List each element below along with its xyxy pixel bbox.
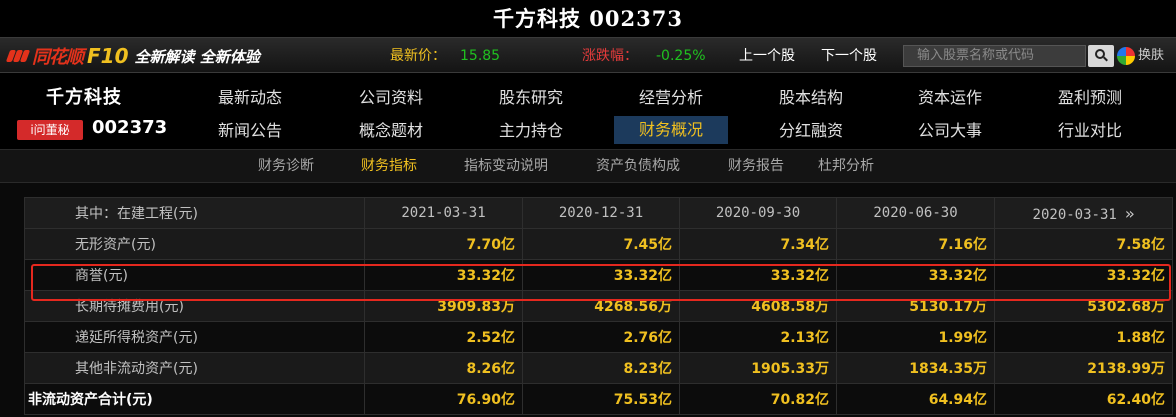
- ask-secretary-badge[interactable]: i问董秘: [17, 120, 83, 140]
- nav-capital-ops[interactable]: 资本运作: [898, 86, 1002, 110]
- table-cell: 1834.35万: [836, 352, 995, 384]
- column-date-last: 2020-03-31 »: [994, 197, 1173, 229]
- table-cell: 33.32亿: [836, 259, 995, 291]
- table-row: 长期待摊费用(元) 3909.83万 4268.56万 4608.58万 513…: [24, 290, 1173, 322]
- column-date: 2020-09-30: [679, 197, 837, 229]
- nav-latest-news[interactable]: 最新动态: [198, 86, 302, 110]
- subnav-diagnosis[interactable]: 财务诊断: [258, 150, 314, 182]
- table-cell: 5302.68万: [994, 290, 1173, 322]
- main-navigation: 千方科技 i问董秘 002373 最新动态 公司资料 股东研究 经营分析 股本结…: [0, 73, 1176, 149]
- next-stock-link[interactable]: 下一个股: [821, 38, 877, 74]
- nav-operations[interactable]: 经营分析: [619, 86, 723, 110]
- table-cell: 1.88亿: [994, 321, 1173, 353]
- table-cell: 33.32亿: [994, 259, 1173, 291]
- table-row: 其他非流动资产(元) 8.26亿 8.23亿 1905.33万 1834.35万…: [24, 352, 1173, 384]
- table-cell: 2.76亿: [522, 321, 680, 353]
- nav-share-structure[interactable]: 股本结构: [759, 86, 863, 110]
- table-cell: 4608.58万: [679, 290, 837, 322]
- table-row-label: 其他非流动资产(元): [24, 352, 365, 384]
- nav-forecast[interactable]: 盈利预测: [1038, 86, 1142, 110]
- product-name: F10: [87, 44, 129, 68]
- page-title: 千方科技 002373: [0, 0, 1176, 37]
- table-cell: 7.58亿: [994, 228, 1173, 260]
- table-cell: 7.45亿: [522, 228, 680, 260]
- price-label: 最新价：: [390, 48, 446, 64]
- table-cell: 2138.99万: [994, 352, 1173, 384]
- table-row-label: 递延所得税资产(元): [24, 321, 365, 353]
- table-cell: 2.52亿: [364, 321, 523, 353]
- column-date: 2020-06-30: [836, 197, 995, 229]
- nav-shareholders[interactable]: 股东研究: [479, 86, 583, 110]
- nav-events[interactable]: 公司大事: [898, 119, 1002, 143]
- table-cell: 1.99亿: [836, 321, 995, 353]
- skin-label[interactable]: 换肤: [1138, 38, 1164, 74]
- table-cell: 8.26亿: [364, 352, 523, 384]
- nav-dividends[interactable]: 分红融资: [759, 119, 863, 143]
- column-date: 2021-03-31: [364, 197, 523, 229]
- price-value: 15.85: [460, 48, 501, 64]
- table-row-label: 长期待摊费用(元): [24, 290, 365, 322]
- table-cell: 7.34亿: [679, 228, 837, 260]
- subnav-balance-composition[interactable]: 资产负债构成: [596, 150, 680, 182]
- nav-company-info[interactable]: 公司资料: [339, 86, 443, 110]
- top-toolbar: 同花顺 F10 全新解读 全新体验 最新价： 15.85 涨跌幅： -0.25%…: [0, 37, 1176, 73]
- financial-table-area: 其中：在建工程(元) 2021-03-31 2020-12-31 2020-09…: [0, 183, 1176, 417]
- table-cell: 5130.17万: [836, 290, 995, 322]
- nav-financial-overview[interactable]: 财务概况: [614, 116, 728, 144]
- subnav-indicator-changes[interactable]: 指标变动说明: [464, 150, 548, 182]
- change-value: -0.25%: [656, 48, 706, 64]
- ths-logo[interactable]: 同花顺 F10 全新解读 全新体验: [5, 44, 260, 68]
- table-row: 递延所得税资产(元) 2.52亿 2.76亿 2.13亿 1.99亿 1.88亿: [24, 321, 1173, 353]
- table-cell: 7.16亿: [836, 228, 995, 260]
- nav-institutions[interactable]: 主力持仓: [479, 119, 583, 143]
- subnav-dupont[interactable]: 杜邦分析: [818, 150, 874, 182]
- nav-announcements[interactable]: 新闻公告: [198, 119, 302, 143]
- table-cell: 33.32亿: [364, 259, 523, 291]
- table-cell: 64.94亿: [836, 383, 995, 415]
- table-cell: 4268.56万: [522, 290, 680, 322]
- table-cell: 75.53亿: [522, 383, 680, 415]
- table-cell: 8.23亿: [522, 352, 680, 384]
- table-row-label: 商誉(元): [24, 259, 365, 291]
- table-cell: 33.32亿: [522, 259, 680, 291]
- table-row: 非流动资产合计(元) 76.90亿 75.53亿 70.82亿 64.94亿 6…: [24, 383, 1173, 415]
- financial-indicator-table: 其中：在建工程(元) 2021-03-31 2020-12-31 2020-09…: [24, 197, 1173, 415]
- subnav-indicators[interactable]: 财务指标: [361, 150, 417, 182]
- change-label: 涨跌幅：: [582, 48, 638, 64]
- table-cell: 7.70亿: [364, 228, 523, 260]
- stock-search-input[interactable]: 输入股票名称或代码: [903, 45, 1086, 67]
- stock-code: 002373: [92, 117, 168, 138]
- column-date: 2020-12-31: [522, 197, 680, 229]
- search-button[interactable]: [1088, 45, 1114, 67]
- table-cell: 1905.33万: [679, 352, 837, 384]
- slogan: 全新解读 全新体验: [134, 47, 260, 66]
- nav-industry-compare[interactable]: 行业对比: [1038, 119, 1142, 143]
- table-row-goodwill: 商誉(元) 33.32亿 33.32亿 33.32亿 33.32亿 33.32亿: [24, 259, 1173, 291]
- brand-name: 同花顺: [32, 47, 84, 68]
- table-cell: 33.32亿: [679, 259, 837, 291]
- table-header-row: 其中：在建工程(元) 2021-03-31 2020-12-31 2020-09…: [24, 197, 1173, 229]
- table-cell: 70.82亿: [679, 383, 837, 415]
- subnav-financial-report[interactable]: 财务报告: [728, 150, 784, 182]
- ths-logo-icon: [5, 48, 31, 64]
- table-row-label: 其中：在建工程(元): [24, 197, 365, 229]
- next-page-icon[interactable]: »: [1125, 204, 1135, 223]
- table-cell: 76.90亿: [364, 383, 523, 415]
- nav-concepts[interactable]: 概念题材: [339, 119, 443, 143]
- stock-name: 千方科技: [46, 87, 122, 108]
- table-cell: 62.40亿: [994, 383, 1173, 415]
- table-cell: 3909.83万: [364, 290, 523, 322]
- table-row-label: 非流动资产合计(元): [24, 383, 365, 415]
- table-cell: 2.13亿: [679, 321, 837, 353]
- column-date: 2020-03-31: [1032, 206, 1117, 223]
- table-row: 无形资产(元) 7.70亿 7.45亿 7.34亿 7.16亿 7.58亿: [24, 228, 1173, 260]
- prev-stock-link[interactable]: 上一个股: [739, 38, 795, 74]
- sub-navigation: 财务诊断 财务指标 指标变动说明 资产负债构成 财务报告 杜邦分析: [0, 149, 1176, 183]
- skin-icon[interactable]: [1117, 47, 1135, 65]
- table-row-label: 无形资产(元): [24, 228, 365, 260]
